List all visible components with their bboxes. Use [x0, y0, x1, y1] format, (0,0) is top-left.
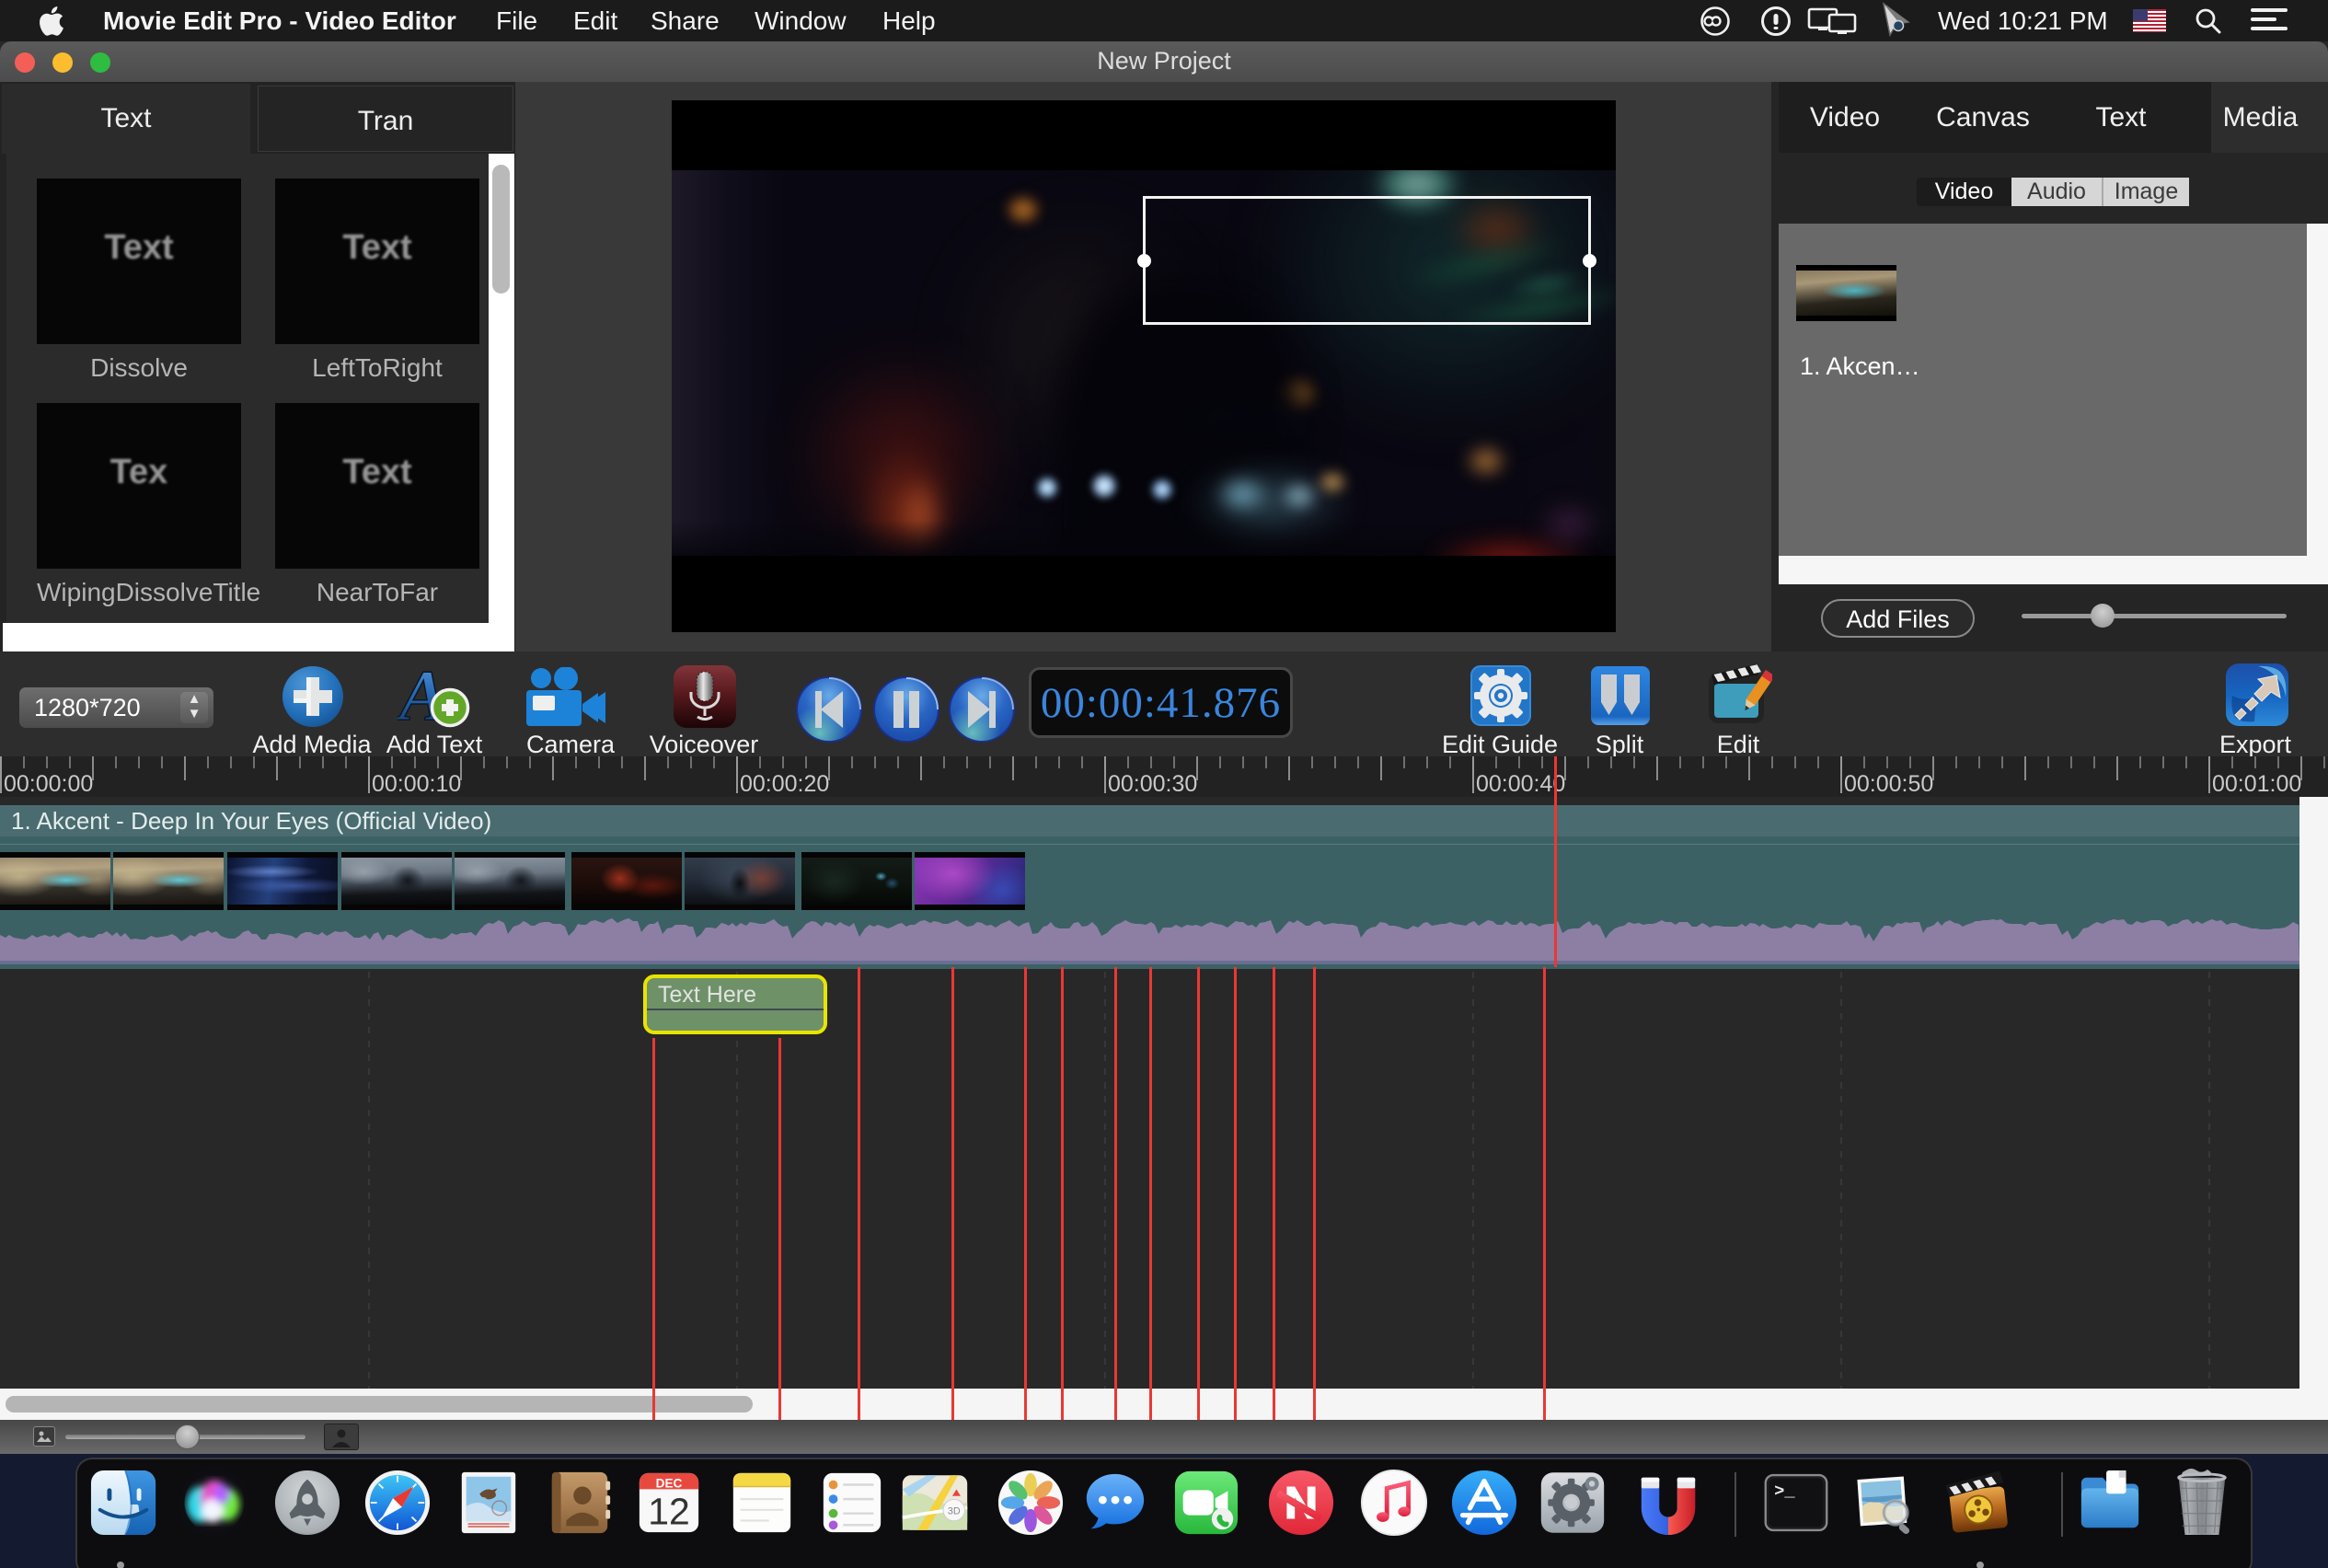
svg-text:3D: 3D: [948, 1506, 961, 1517]
svg-text:12: 12: [648, 1490, 689, 1532]
svg-text:>_: >_: [1774, 1482, 1795, 1502]
svg-text:DEC: DEC: [656, 1476, 683, 1490]
